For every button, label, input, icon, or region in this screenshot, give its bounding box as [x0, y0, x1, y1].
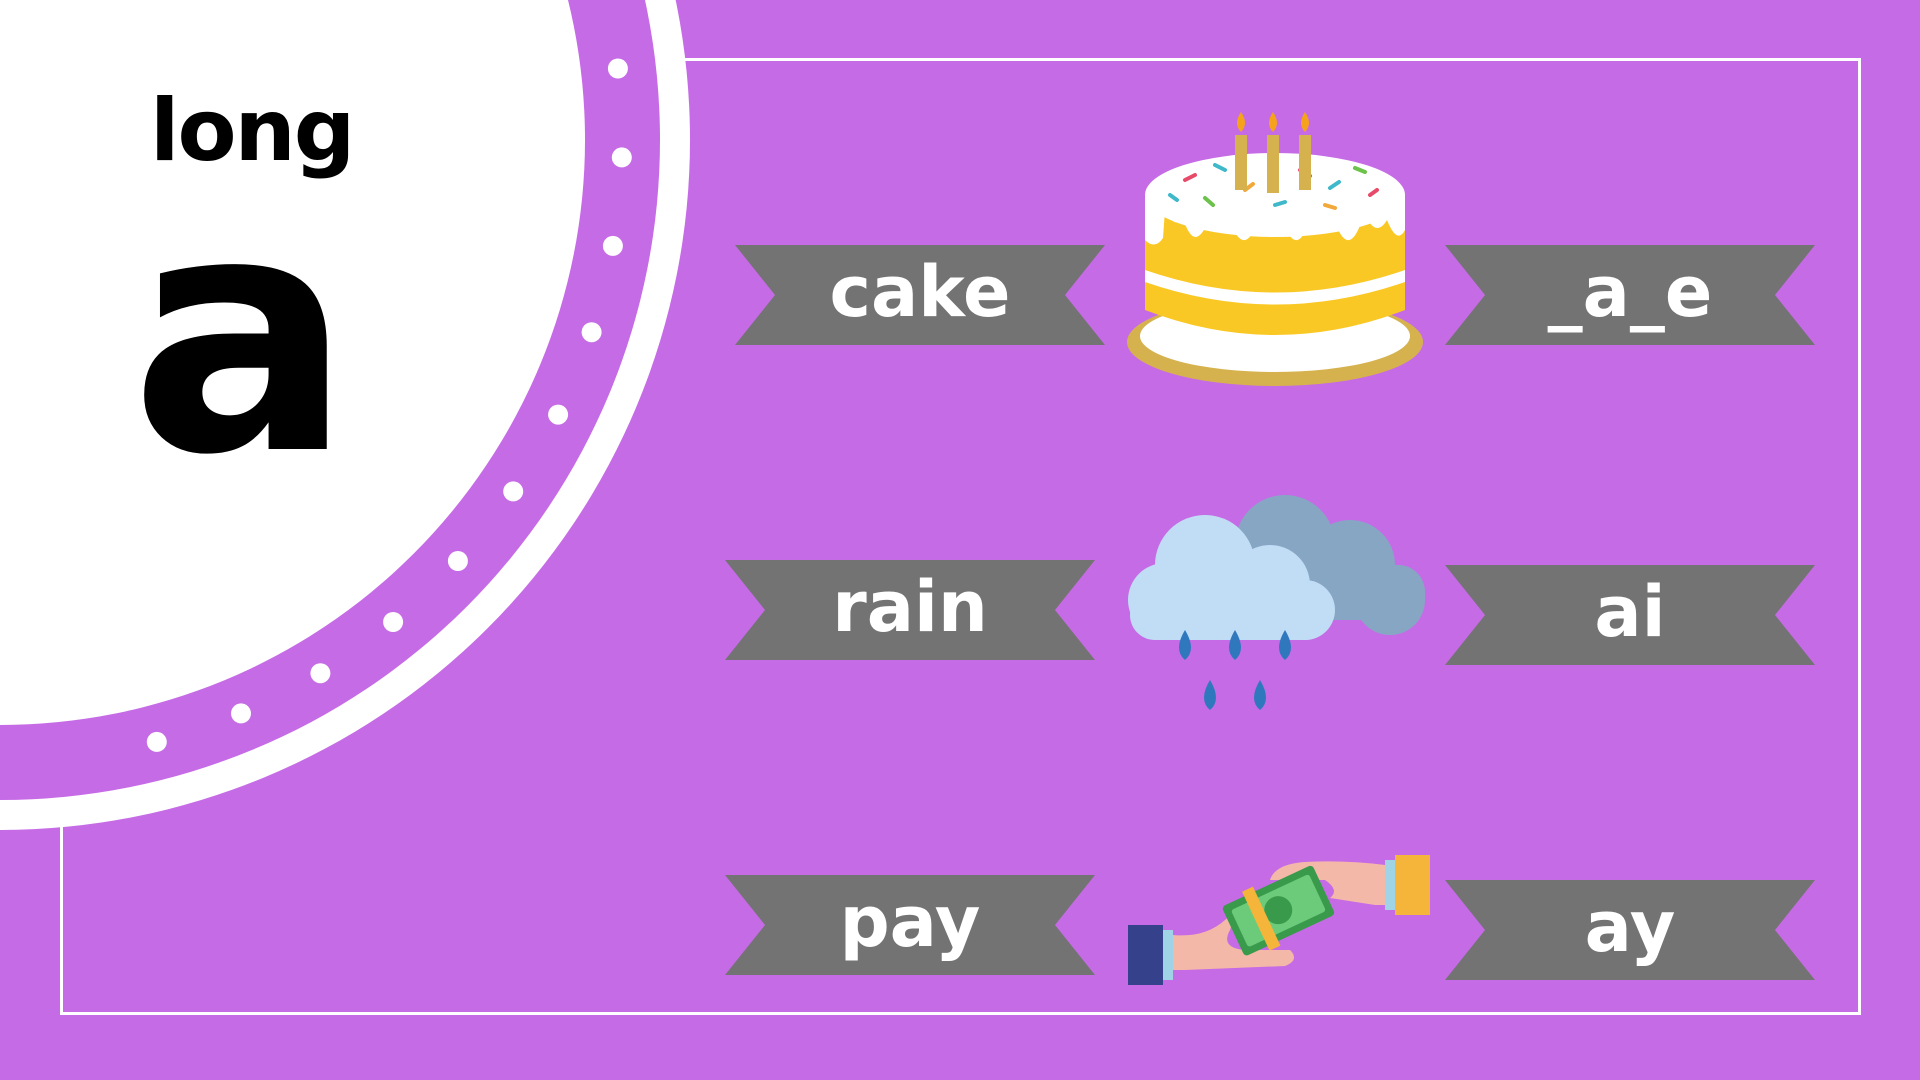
corner-circle-decoration: [0, 0, 690, 830]
word-label: rain: [832, 566, 988, 648]
ring-dot: [581, 322, 602, 343]
word-ribbon-rain: rain: [725, 560, 1095, 660]
spelling-label: ai: [1594, 571, 1666, 653]
ring-dot: [383, 612, 404, 632]
money-exchange-icon: [1125, 850, 1435, 995]
rain-cloud-icon: [1125, 485, 1445, 730]
ring-dot: [548, 404, 569, 425]
vowel-letter: a: [130, 143, 353, 527]
ring-dot: [231, 703, 251, 724]
ring-dot: [503, 481, 524, 502]
spelling-ribbon-ai: ai: [1445, 565, 1815, 665]
spelling-ribbon-a-e: _a_e: [1445, 245, 1815, 345]
ring-dot: [611, 147, 632, 168]
ring-dot: [602, 235, 623, 256]
ring-dot: [447, 551, 468, 571]
word-label: pay: [839, 881, 981, 963]
word-ribbon-cake: cake: [735, 245, 1105, 345]
ring-dot: [607, 58, 628, 79]
spelling-label: ay: [1584, 886, 1676, 968]
word-label: cake: [829, 251, 1011, 333]
ring-dot: [146, 731, 167, 752]
cake-icon: [1125, 110, 1425, 400]
word-ribbon-pay: pay: [725, 875, 1095, 975]
spelling-label: _a_e: [1547, 251, 1713, 333]
spelling-ribbon-ay: ay: [1445, 880, 1815, 980]
ring-dot: [310, 663, 331, 684]
